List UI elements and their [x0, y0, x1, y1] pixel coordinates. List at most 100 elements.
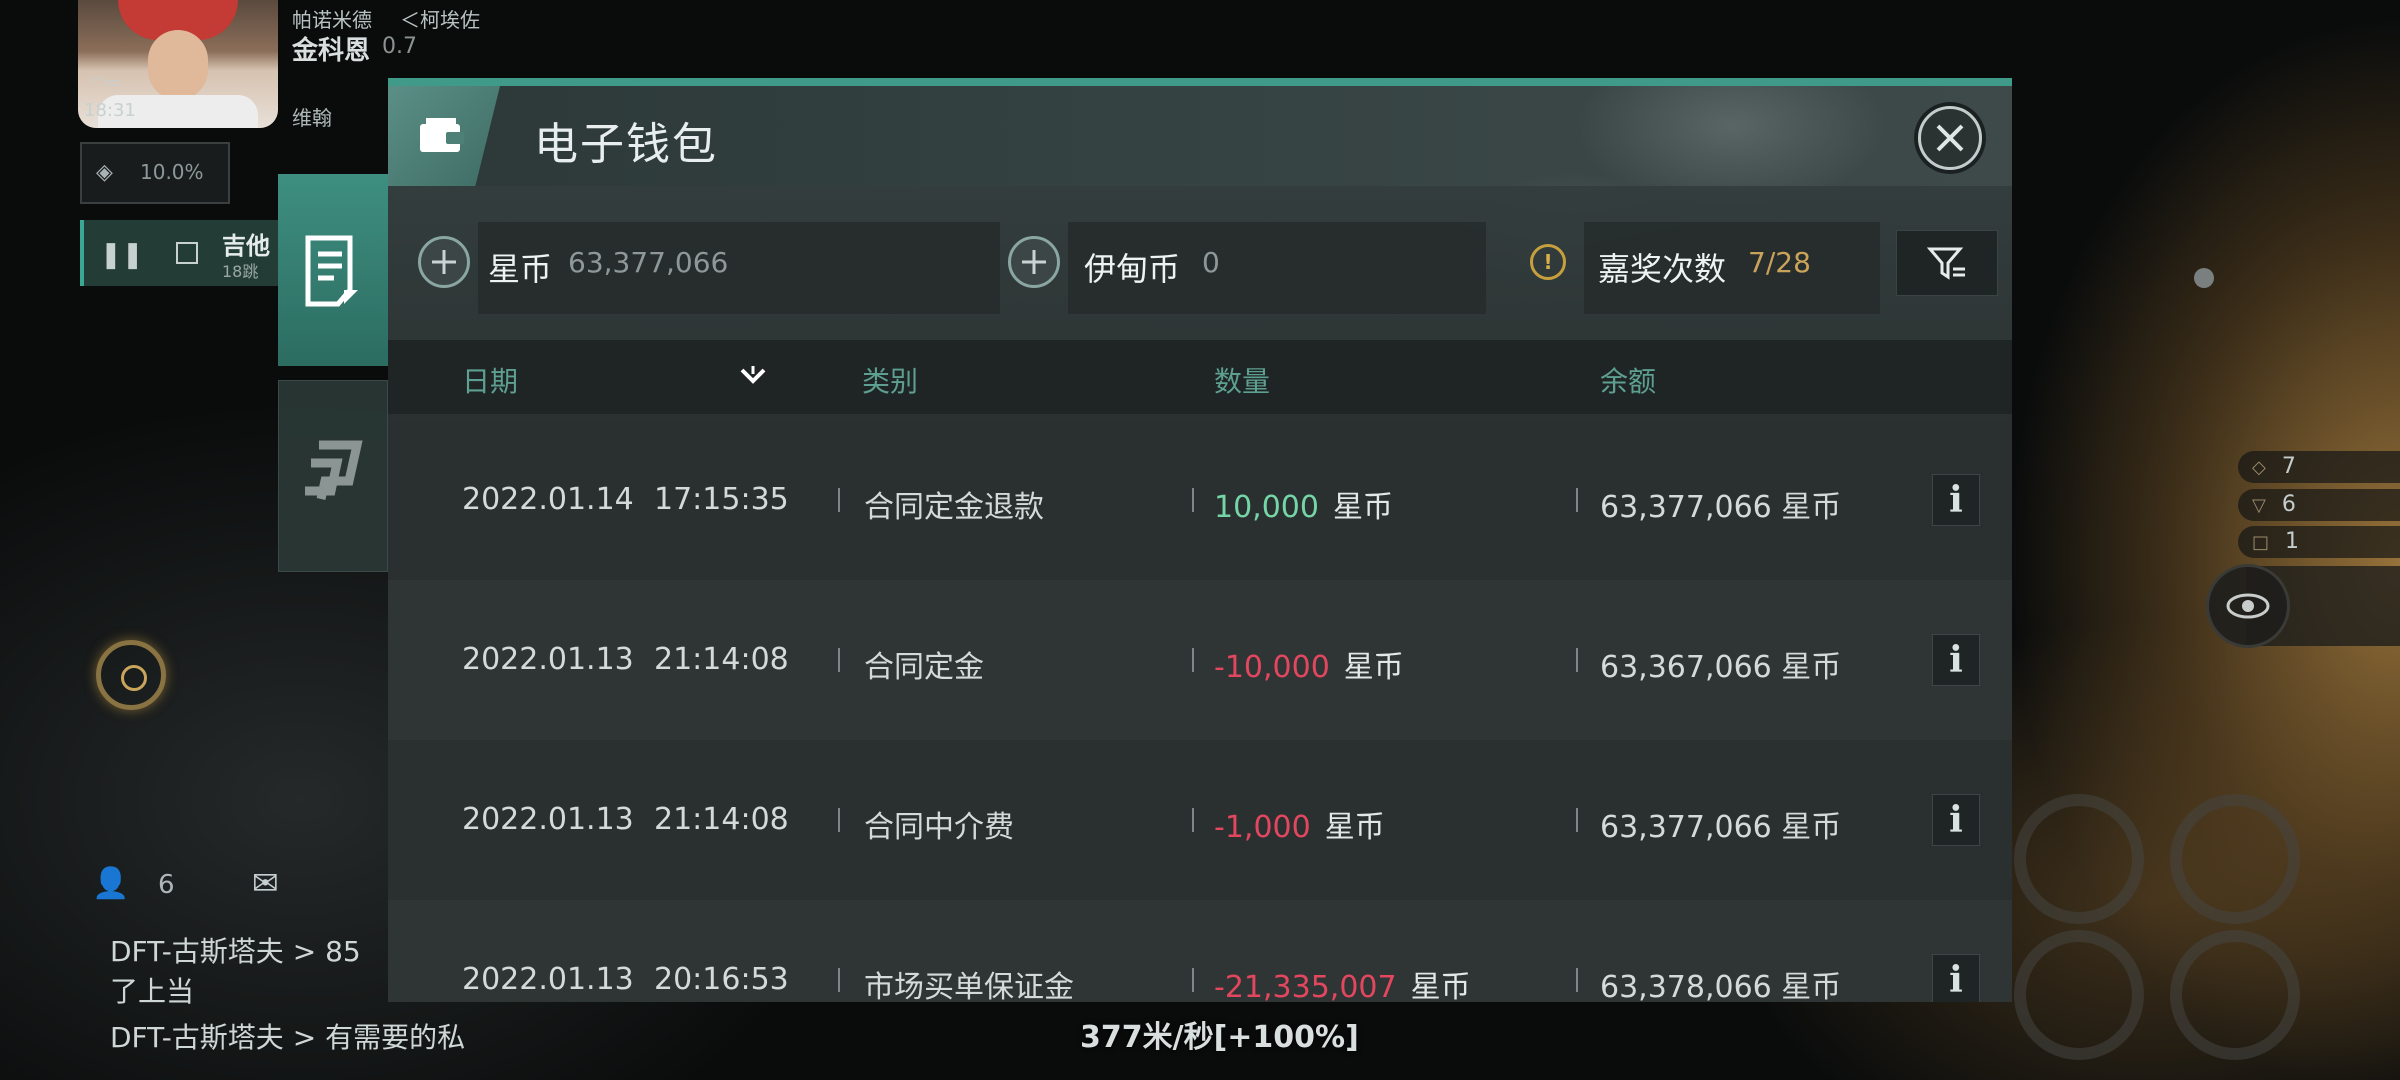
- row-amount-unit: 星币: [1410, 970, 1471, 1002]
- add-star-coin-button[interactable]: [418, 236, 470, 288]
- pause-icon[interactable]: ❚❚: [100, 240, 144, 270]
- target-marker-icon[interactable]: [96, 640, 166, 710]
- info-button[interactable]: i: [1932, 954, 1980, 1002]
- row-balance: 63,367,066 星币: [1600, 650, 1842, 685]
- overview-dot-icon[interactable]: [2194, 268, 2214, 288]
- reward-label: 嘉奖次数: [1598, 250, 1727, 288]
- triangle-icon: ▽: [2252, 495, 2266, 516]
- divider: [838, 488, 840, 512]
- row-date: 2022.01.13: [462, 802, 634, 837]
- eden-coin-value: 0: [1202, 246, 1220, 279]
- add-eden-coin-button[interactable]: [1008, 236, 1060, 288]
- star-coin-field: [478, 222, 1000, 314]
- row-category: 市场买单保证金: [864, 970, 1074, 1002]
- module-slot[interactable]: [2014, 930, 2144, 1060]
- info-icon: i: [1949, 799, 1963, 841]
- row-date: 2022.01.13: [462, 642, 634, 677]
- column-date[interactable]: 日期: [462, 360, 518, 400]
- row-time: 20:16:53: [654, 962, 789, 997]
- clock-time: 18:31: [84, 100, 136, 121]
- sort-descending-icon[interactable]: [738, 362, 768, 390]
- table-header: 日期 类别 数量 余额: [388, 340, 2012, 414]
- wallet-icon: [388, 86, 500, 186]
- star-coin-label: 星币: [488, 250, 553, 288]
- divider: [838, 808, 840, 832]
- location-name: 金科恩: [292, 36, 371, 66]
- divider: [838, 968, 840, 992]
- eden-coin-label: 伊甸币: [1084, 250, 1181, 288]
- chat-line: DFT-古斯塔夫 > 有需要的私: [110, 1021, 466, 1054]
- divider: [1192, 488, 1194, 512]
- info-button[interactable]: i: [1932, 794, 1980, 846]
- row-category: 合同中介费: [864, 810, 1014, 845]
- neutral-count[interactable]: ▽ 6: [2238, 489, 2400, 521]
- dialog-title: 电子钱包: [534, 119, 718, 170]
- info-button[interactable]: i: [1932, 474, 1980, 526]
- hostile-count[interactable]: ◇ 7: [2238, 451, 2400, 483]
- info-icon: i: [1949, 479, 1963, 521]
- filter-button[interactable]: [1896, 230, 1998, 296]
- row-time: 21:14:08: [654, 642, 789, 677]
- chat-member-count: 6: [158, 870, 175, 900]
- divider: [1192, 648, 1194, 672]
- row-amount: -10,000: [1214, 650, 1330, 685]
- friendly-count[interactable]: □ 1: [2238, 526, 2400, 558]
- row-amount-unit: 星币: [1332, 490, 1393, 525]
- plus-icon: [1022, 250, 1046, 274]
- chat-line: 了上当: [110, 975, 195, 1008]
- row-category: 合同定金退款: [864, 490, 1044, 525]
- divider: [1576, 808, 1578, 832]
- diamond-icon: ◇: [2252, 457, 2266, 478]
- close-icon: [1936, 124, 1964, 152]
- transaction-row[interactable]: 2022.01.13 20:16:53 市场买单保证金 -21,335,007 星…: [388, 900, 2012, 1002]
- wifi-icon: ◠▭: [92, 72, 122, 91]
- row-amount: 10,000: [1214, 490, 1319, 525]
- system-name: 帕诺米德: [292, 8, 372, 32]
- row-date: 2022.01.13: [462, 962, 634, 997]
- row-amount: -1,000: [1214, 810, 1311, 845]
- route-jumps: 18跳: [222, 262, 259, 281]
- column-balance: 余额: [1600, 365, 1657, 398]
- region-name: ＜柯埃佐: [400, 8, 480, 32]
- tab-plex[interactable]: [278, 380, 388, 572]
- route-destination: 吉他: [222, 232, 270, 260]
- transaction-row[interactable]: 2022.01.13 21:14:08 合同定金 -10,000 星币 63,36…: [388, 580, 2012, 740]
- balance-bar: 星币 63,377,066 伊甸币 0 ! 嘉奖次数 7/28: [388, 186, 2012, 340]
- cargo-percent: 10.0%: [140, 160, 204, 184]
- close-button[interactable]: [1918, 106, 1982, 170]
- divider: [1576, 648, 1578, 672]
- constellation-name: 维翰: [292, 106, 332, 130]
- stop-icon[interactable]: [176, 242, 198, 264]
- reward-value: 7/28: [1748, 246, 1811, 279]
- module-slot[interactable]: [2014, 794, 2144, 924]
- column-amount: 数量: [1214, 365, 1271, 398]
- mail-icon[interactable]: ✉: [252, 864, 279, 902]
- user-icon[interactable]: 👤: [92, 866, 129, 901]
- row-balance: 63,377,066 星币: [1600, 810, 1842, 845]
- filter-icon: [1927, 247, 1965, 280]
- divider: [1576, 968, 1578, 992]
- info-icon: i: [1949, 959, 1963, 1001]
- module-slot[interactable]: [2170, 930, 2300, 1060]
- row-time: 17:15:35: [654, 482, 789, 517]
- row-date: 2022.01.14: [462, 482, 634, 517]
- star-coin-value: 63,377,066: [568, 246, 729, 279]
- module-slot[interactable]: [2170, 794, 2300, 924]
- transaction-row[interactable]: 2022.01.13 21:14:08 合同中介费 -1,000 星币 63,37…: [388, 740, 2012, 900]
- divider: [1576, 488, 1578, 512]
- eye-icon[interactable]: [2206, 564, 2290, 648]
- transaction-row[interactable]: 2022.01.14 17:15:35 合同定金退款 10,000 星币 63,3…: [388, 420, 2012, 580]
- divider: [838, 648, 840, 672]
- row-category: 合同定金: [864, 650, 984, 685]
- row-amount-unit: 星币: [1324, 810, 1385, 845]
- plex-icon: [305, 440, 363, 500]
- square-icon: □: [2252, 532, 2270, 553]
- column-category: 类别: [862, 365, 919, 398]
- tab-transactions[interactable]: [278, 174, 388, 366]
- info-button[interactable]: i: [1932, 634, 1980, 686]
- warning-icon[interactable]: !: [1530, 244, 1566, 280]
- document-icon: [305, 235, 358, 307]
- cargo-icon: ◈: [96, 160, 113, 185]
- divider: [1192, 808, 1194, 832]
- row-amount-unit: 星币: [1343, 650, 1404, 685]
